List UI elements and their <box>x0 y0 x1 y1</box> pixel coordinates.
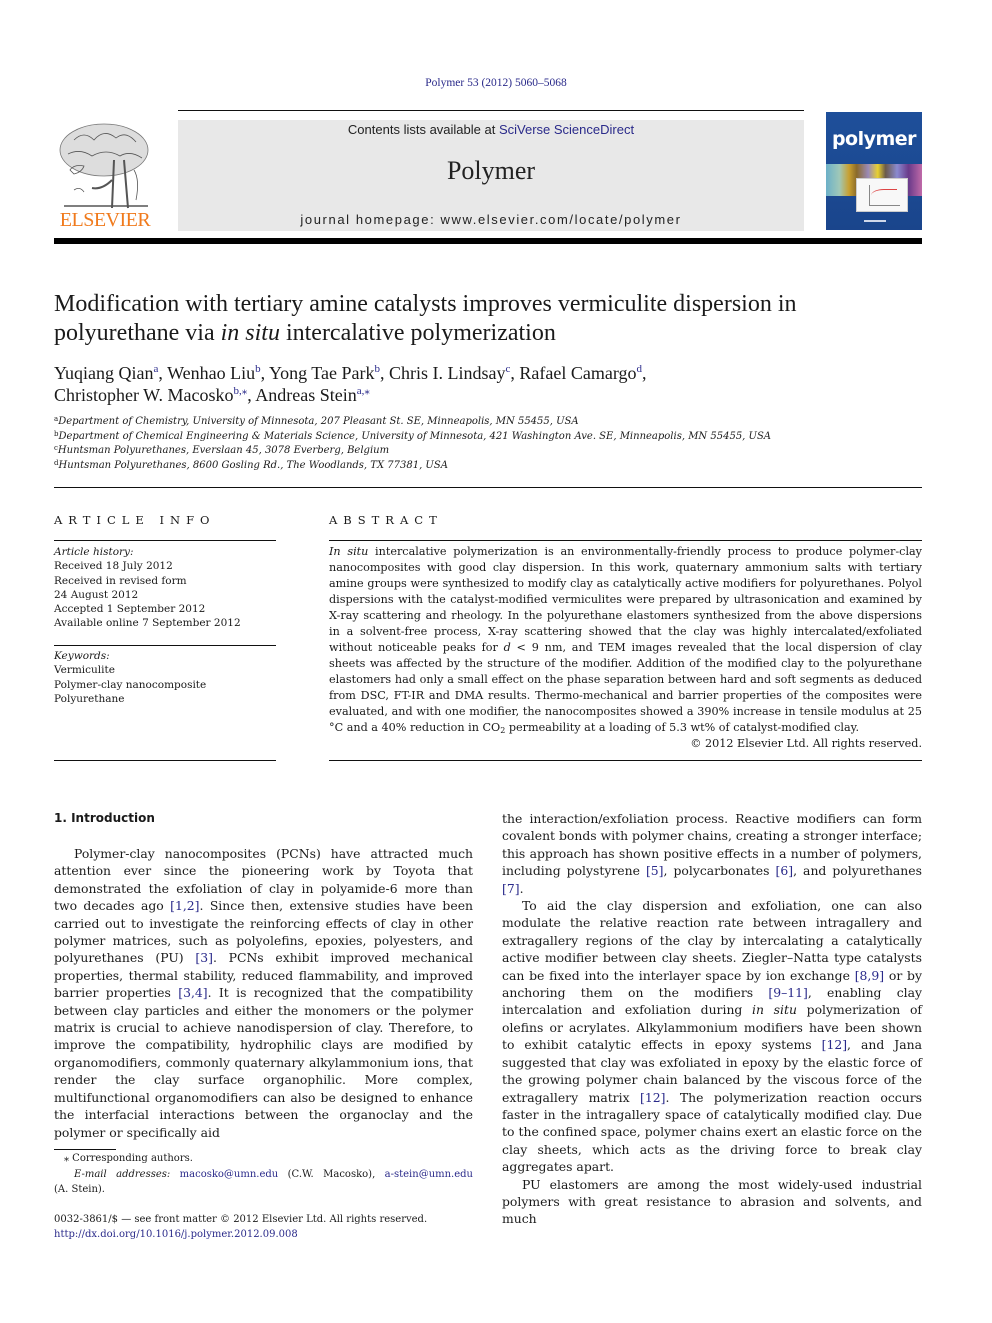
abstract-copyright: © 2012 Elsevier Ltd. All rights reserved… <box>690 737 922 750</box>
author-name[interactable]: Andreas Stein <box>255 385 356 405</box>
journal-citation[interactable]: Polymer 53 (2012) 5060–5068 <box>0 77 992 89</box>
title-italic: in situ <box>220 320 280 346</box>
history-entry: Available online 7 September 2012 <box>54 617 241 630</box>
cover-title: polymer <box>831 128 917 150</box>
author-name[interactable]: Wenhao Liu <box>167 363 255 383</box>
keyword[interactable]: Polyurethane <box>54 692 276 706</box>
body-column-left: 1. Introduction Polymer-clay nanocomposi… <box>54 810 473 1141</box>
keywords-label: Keywords: <box>54 650 110 662</box>
journal-name: Polymer <box>446 156 536 185</box>
body-column-right: the interaction/exfoliation process. Rea… <box>502 810 922 1228</box>
affiliations: aDepartment of Chemistry, University of … <box>54 415 922 473</box>
paragraph: To aid the clay dispersion and exfoliati… <box>502 898 923 1175</box>
elsevier-logo[interactable]: ELSEVIER <box>54 120 156 232</box>
doi-link[interactable]: http://dx.doi.org/10.1016/j.polymer.2012… <box>54 1229 298 1240</box>
author-name[interactable]: Christopher W. Macosko <box>54 385 234 405</box>
journal-banner: Contents lists available at SciVerse Sci… <box>178 120 804 231</box>
abstract-lead: In situ <box>329 545 369 558</box>
footnote-rule <box>54 1149 116 1150</box>
history-label: Article history: <box>54 546 134 558</box>
abstract-heading: ABSTRACT <box>329 513 443 527</box>
journal-homepage[interactable]: journal homepage: www.elsevier.com/locat… <box>178 212 804 227</box>
header-thick-rule <box>54 238 922 244</box>
reference-link[interactable]: [6] <box>776 863 794 878</box>
author-separator: , <box>260 363 269 383</box>
history-entry: Accepted 1 September 2012 <box>54 603 206 616</box>
issn-copyright: 0032-3861/$ — see front matter © 2012 El… <box>54 1214 428 1225</box>
reference-link[interactable]: [12] <box>822 1037 847 1052</box>
keywords-rule <box>54 645 276 646</box>
authors-rule <box>54 487 922 488</box>
author-name[interactable]: Chris I. Lindsay <box>389 363 506 383</box>
paragraph: the interaction/exfoliation process. Rea… <box>502 811 922 896</box>
author-separator: , <box>158 363 168 383</box>
reference-link[interactable]: [9–11] <box>768 985 808 1000</box>
cover-graph-icon <box>856 178 908 212</box>
title-text-end: intercalative polymerization <box>279 320 556 346</box>
history-entry: Received in revised form <box>54 574 187 587</box>
keyword[interactable]: Vermiculite <box>54 663 276 677</box>
reference-link[interactable]: [7] <box>502 881 520 896</box>
author-name[interactable]: Yong Tae Park <box>269 363 375 383</box>
abstract-rule <box>329 540 922 541</box>
cover-footer <box>864 220 886 222</box>
elsevier-tree-icon <box>59 123 149 209</box>
contents-prefix: Contents lists available at <box>347 122 499 137</box>
affiliation-marker[interactable]: a,⁎ <box>357 385 370 397</box>
keyword[interactable]: Polymer-clay nanocomposite <box>54 678 276 692</box>
email-owner-2: (A. Stein). <box>54 1184 105 1195</box>
email-owner-1: (C.W. Macosko), <box>278 1168 385 1180</box>
affiliation: bDepartment of Chemical Engineering & Ma… <box>54 430 922 445</box>
contents-line: Contents lists available at SciVerse Sci… <box>178 122 804 137</box>
keywords: Keywords: Vermiculite Polymer-clay nanoco… <box>54 649 276 706</box>
abstract-bottom-rule <box>329 760 922 761</box>
elsevier-wordmark: ELSEVIER <box>59 209 151 231</box>
affiliation-marker[interactable]: b,⁎ <box>234 385 248 397</box>
affiliation-text: Department of Chemistry, University of M… <box>58 416 579 427</box>
history-entry: 24 August 2012 <box>54 588 139 601</box>
paragraph: PU elastomers are among the most widely-… <box>502 1176 922 1227</box>
affiliation: dHuntsman Polyurethanes, 8600 Gosling Rd… <box>54 459 922 474</box>
email-label: E-mail addresses: <box>74 1168 171 1180</box>
reference-link[interactable]: [12] <box>640 1090 665 1105</box>
affiliation-text: Department of Chemical Engineering & Mat… <box>58 430 772 442</box>
abstract-var-d: d <box>503 641 511 654</box>
paragraph: Polymer-clay nanocomposites (PCNs) have … <box>54 846 474 1140</box>
author-separator: , <box>380 363 390 383</box>
article-title: Modification with tertiary amine catalys… <box>54 290 922 348</box>
reference-link[interactable]: [3,4] <box>178 985 207 1000</box>
front-matter: 0032-3861/$ — see front matter © 2012 El… <box>54 1212 554 1242</box>
reference-link[interactable]: [5] <box>646 863 664 878</box>
footnotes: ⁎ Corresponding authors. E-mail addresse… <box>54 1151 473 1198</box>
email-link-stein[interactable]: a-stein@umn.edu <box>385 1169 473 1180</box>
article-info-bottom-rule <box>54 760 276 761</box>
reference-link[interactable]: [8,9] <box>855 968 884 983</box>
corresponding-authors-note: ⁎ Corresponding authors. <box>64 1153 193 1164</box>
reference-link[interactable]: [1,2] <box>170 898 199 913</box>
reference-link[interactable]: [3] <box>195 950 213 965</box>
abstract-text: In situ intercalative polymerization is … <box>329 544 922 736</box>
article-info-rule <box>54 540 276 541</box>
article-info-heading: ARTICLE INFO <box>54 513 216 527</box>
author-name[interactable]: Yuqiang Qian <box>54 363 153 383</box>
journal-cover[interactable]: polymer <box>826 112 922 230</box>
article-history: Article history: Received 18 July 2012 Re… <box>54 545 276 631</box>
email-link-macosko[interactable]: macosko@umn.edu <box>180 1169 279 1180</box>
affiliation-text: Huntsman Polyurethanes, Everslaan 45, 30… <box>57 445 390 456</box>
sciencedirect-link[interactable]: SciVerse ScienceDirect <box>499 122 634 137</box>
email-addresses: E-mail addresses: macosko@umn.edu (C.W. … <box>54 1167 473 1183</box>
author-name[interactable]: Rafael Camargo <box>519 363 636 383</box>
author-list: Yuqiang Qiana, Wenhao Liub, Yong Tae Par… <box>54 362 922 406</box>
affiliation-text: Huntsman Polyurethanes, 8600 Gosling Rd.… <box>58 459 448 471</box>
header-rule <box>178 110 804 111</box>
history-entry: Received 18 July 2012 <box>54 560 173 573</box>
author-separator: , <box>642 363 647 383</box>
section-heading-introduction: 1. Introduction <box>54 811 155 825</box>
affiliation: aDepartment of Chemistry, University of … <box>54 415 922 430</box>
abstract-part-3: permeability at a loading of 5.3 wt% of … <box>505 721 860 734</box>
abstract-part-1: intercalative polymerization is an envir… <box>329 545 923 654</box>
affiliation: cHuntsman Polyurethanes, Everslaan 45, 3… <box>54 444 922 459</box>
italic-term: in situ <box>752 1002 797 1018</box>
